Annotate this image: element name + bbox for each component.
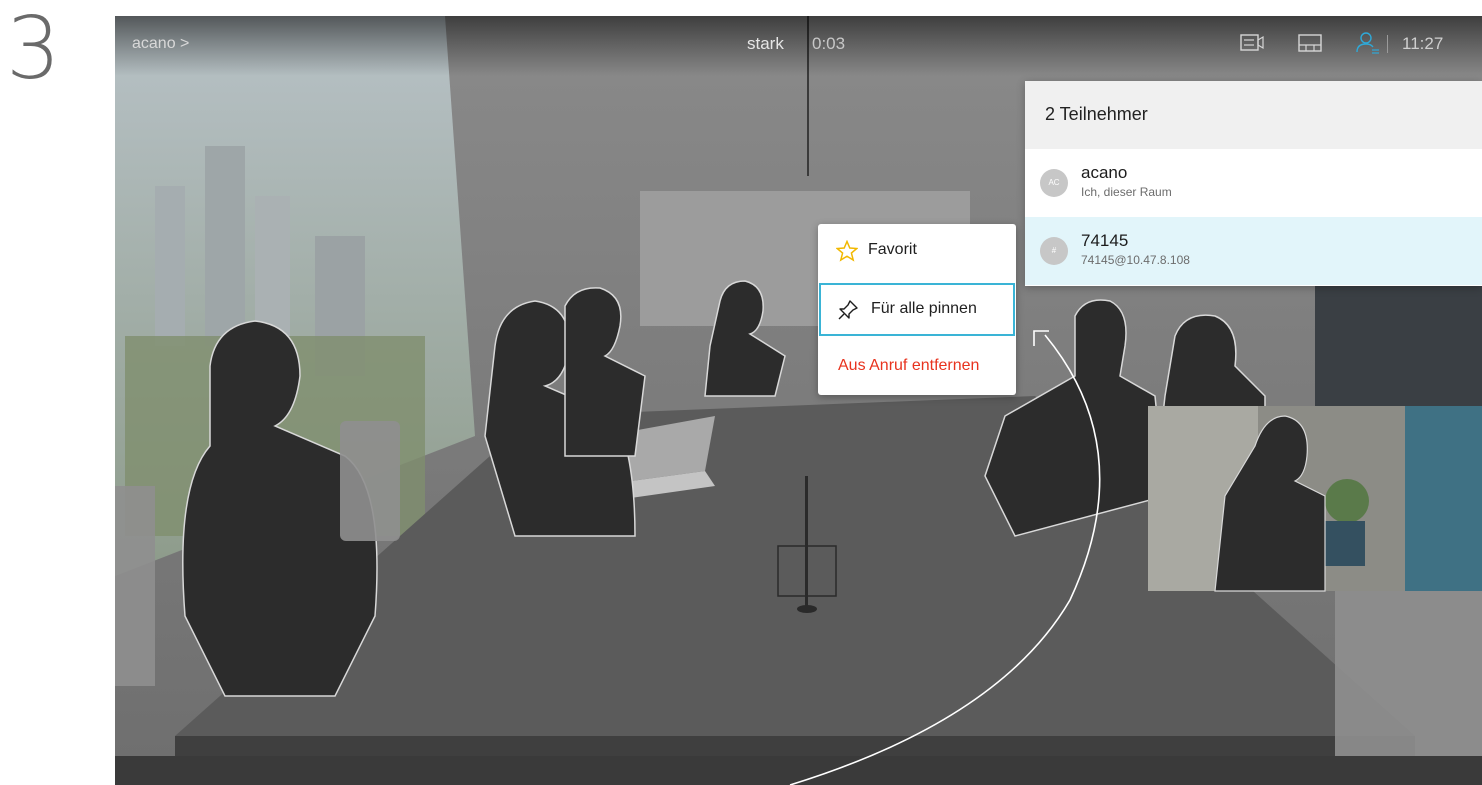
breadcrumb[interactable]: acano > <box>132 35 189 53</box>
participant-row[interactable]: # 74145 74145@10.47.8.108 <box>1025 217 1482 285</box>
clock: 11:27 <box>1402 34 1444 53</box>
menu-item-label: Für alle pinnen <box>871 300 977 317</box>
participant-subtitle: Ich, dieser Raum <box>1081 185 1172 199</box>
call-top-bar: acano > stark 0:03 11:27 <box>115 16 1482 76</box>
participants-icon[interactable] <box>1355 30 1381 56</box>
menu-item-label: Aus Anruf entfernen <box>838 357 980 374</box>
topbar-divider <box>1387 35 1388 53</box>
menu-item-pin-for-all[interactable]: Für alle pinnen <box>819 283 1015 336</box>
avatar: AC <box>1040 169 1068 197</box>
participants-header: 2 Teilnehmer <box>1025 81 1482 149</box>
menu-item-label: Favorit <box>868 241 917 258</box>
step-number: 3 <box>6 0 61 99</box>
participant-name: acano <box>1081 163 1128 182</box>
call-name: stark <box>747 34 784 53</box>
menu-item-favorite[interactable]: Favorit <box>818 224 1016 277</box>
participant-row[interactable]: AC acano Ich, dieser Raum <box>1025 149 1482 217</box>
self-view-pip <box>1148 406 1482 592</box>
avatar: # <box>1040 237 1068 265</box>
participant-name: 74145 <box>1081 231 1129 250</box>
call-duration: 0:03 <box>812 34 846 53</box>
participant-context-menu: Favorit Für alle pinnen Aus Anruf entfer… <box>818 224 1016 395</box>
layout-icon[interactable] <box>1297 30 1323 56</box>
pin-icon <box>838 300 858 320</box>
video-call-view: acano > stark 0:03 11:27 2 Teilnehmer AC <box>115 16 1482 785</box>
participants-panel: 2 Teilnehmer AC acano Ich, dieser Raum #… <box>1025 81 1482 286</box>
menu-item-remove-from-call[interactable]: Aus Anruf entfernen <box>818 340 1016 393</box>
star-icon <box>836 240 858 262</box>
participant-subtitle: 74145@10.47.8.108 <box>1081 253 1190 267</box>
camera-control-icon[interactable] <box>1239 30 1265 56</box>
